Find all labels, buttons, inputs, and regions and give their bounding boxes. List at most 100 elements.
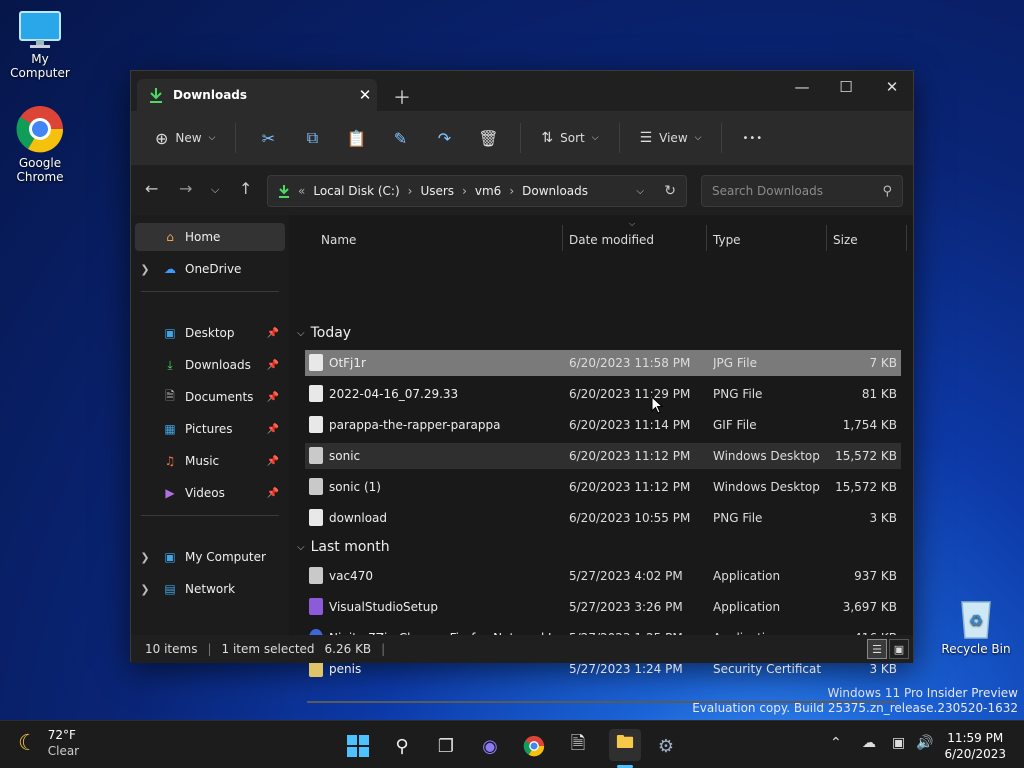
sidebar-item-my-computer[interactable]: ❯ ▣ My Computer [135, 543, 285, 571]
pin-icon[interactable]: 📌 [267, 328, 279, 339]
column-divider[interactable] [906, 225, 907, 251]
breadcrumb-local-disk[interactable]: Local Disk (C:) [313, 184, 399, 198]
rename-button[interactable]: ✎ [380, 121, 420, 155]
table-row[interactable]: VisualStudioSetup 5/27/2023 3:26 PM Appl… [305, 594, 901, 620]
chat-button[interactable]: ◉ [477, 733, 503, 759]
desktop-icon-google-chrome[interactable]: Google Chrome [0, 104, 80, 184]
file-explorer-taskbar-button[interactable]: 🖿 [609, 729, 641, 761]
up-arrow-icon[interactable]: ↑ [239, 179, 252, 198]
breadcrumb-overflow[interactable]: « [298, 184, 305, 198]
column-divider[interactable] [562, 225, 563, 251]
pin-icon[interactable]: 📌 [267, 488, 279, 499]
forward-arrow-icon[interactable]: → [179, 179, 192, 198]
view-button[interactable]: ☰ View ⌵ [632, 121, 710, 155]
table-row[interactable]: 2022-04-16_07.29.33 6/20/2023 11:29 PM P… [305, 381, 901, 407]
tab-downloads[interactable]: Downloads ✕ [137, 79, 377, 111]
sidebar-item-videos[interactable]: ▶ Videos 📌 [135, 479, 285, 507]
new-tab-button[interactable]: ＋ [393, 84, 411, 110]
sidebar-item-pictures[interactable]: ▦ Pictures 📌 [135, 415, 285, 443]
weather-widget[interactable]: ☾ 72°F Clear [18, 727, 79, 759]
chevron-right-icon[interactable]: ❯ [135, 583, 155, 596]
column-divider[interactable] [826, 225, 827, 251]
column-header-date[interactable]: Date modified [569, 233, 654, 247]
pin-icon[interactable]: 📌 [267, 360, 279, 371]
table-row[interactable]: OtFj1r 6/20/2023 11:58 PM JPG File 7 KB [305, 350, 901, 376]
back-arrow-icon[interactable]: ← [145, 179, 158, 198]
chevron-down-icon[interactable]: ⌵ [297, 328, 305, 339]
sidebar-item-desktop[interactable]: ▣ Desktop 📌 [135, 319, 285, 347]
chevron-right-icon[interactable]: ❯ [135, 263, 155, 276]
group-header-today[interactable]: ⌵ Today [297, 325, 351, 341]
sidebar-item-music[interactable]: ♫ Music 📌 [135, 447, 285, 475]
paste-button[interactable]: 📋 [336, 121, 376, 155]
copy-icon: ⧉ [306, 128, 319, 147]
column-divider[interactable] [706, 225, 707, 251]
pin-icon[interactable]: 📌 [267, 424, 279, 435]
breadcrumb-downloads[interactable]: Downloads [522, 184, 588, 198]
column-header-type[interactable]: Type [713, 233, 741, 247]
maximize-button[interactable]: ☐ [823, 71, 869, 103]
pin-icon[interactable]: 📌 [267, 456, 279, 467]
address-dropdown-icon[interactable]: ⌵ [636, 186, 644, 197]
table-row[interactable]: sonic 6/20/2023 11:12 PM Windows Desktop… [305, 443, 901, 469]
minimize-button[interactable]: — [779, 71, 825, 103]
refresh-icon[interactable]: ↻ [664, 183, 676, 199]
notepad-taskbar-button[interactable]: 🗎 [565, 733, 591, 759]
system-clock[interactable]: 11:59 PM 6/20/2023 [944, 730, 1006, 762]
sidebar-item-home[interactable]: ⌂ Home [135, 223, 285, 251]
address-bar[interactable]: « Local Disk (C:) › Users › vm6 › Downlo… [267, 175, 687, 207]
sidebar-item-label: Desktop [185, 326, 235, 340]
file-type: PNG File [713, 511, 763, 525]
close-tab-icon[interactable]: ✕ [353, 86, 377, 104]
pin-icon[interactable]: 📌 [267, 392, 279, 403]
search-input[interactable] [712, 184, 883, 198]
sidebar-item-onedrive[interactable]: ❯ ☁ OneDrive [135, 255, 285, 283]
search-button[interactable]: ⚲ [389, 733, 415, 759]
search-icon[interactable]: ⚲ [882, 184, 892, 199]
table-row[interactable]: parappa-the-rapper-parappa 6/20/2023 11:… [305, 412, 901, 438]
start-button[interactable] [345, 733, 371, 759]
copy-button[interactable]: ⧉ [292, 121, 332, 155]
group-header-last-month[interactable]: ⌵ Last month [297, 539, 390, 555]
tiles-view-button[interactable]: ▣ [889, 639, 909, 659]
column-header-size[interactable]: Size [833, 233, 858, 247]
network-off-icon[interactable]: ☁ [862, 735, 876, 751]
table-row[interactable]: vac470 5/27/2023 4:02 PM Application 937… [305, 563, 901, 589]
sort-button[interactable]: ⇅ Sort ⌵ [533, 121, 606, 155]
desktop-icon-recycle-bin[interactable]: ♻ Recycle Bin [936, 596, 1016, 656]
chrome-taskbar-button[interactable] [521, 733, 547, 759]
details-view-button[interactable]: ☰ [867, 639, 887, 659]
delete-button[interactable]: 🗑 [468, 121, 508, 155]
file-size: 937 KB [854, 569, 897, 583]
search-box[interactable]: ⚲ [701, 175, 903, 207]
breadcrumb-users[interactable]: Users [420, 184, 454, 198]
more-options-button[interactable]: ••• [734, 121, 771, 155]
navigation-row: ← → ⌵ ↑ « Local Disk (C:) › Users › vm6 … [131, 165, 913, 215]
breadcrumb-chevron-icon[interactable]: › [462, 184, 467, 198]
show-hidden-icons-chevron-icon[interactable]: ⌃ [830, 735, 842, 751]
sidebar-item-downloads[interactable]: ⤓ Downloads 📌 [135, 351, 285, 379]
column-header-name[interactable]: Name [321, 233, 356, 247]
sidebar-item-documents[interactable]: 🗎 Documents 📌 [135, 383, 285, 411]
new-button[interactable]: ⊕ New ⌵ [147, 121, 223, 155]
desktop-icon-my-computer[interactable]: My Computer [0, 10, 80, 80]
file-name: penis [329, 662, 362, 676]
breadcrumb-chevron-icon[interactable]: › [408, 184, 413, 198]
chevron-down-icon[interactable]: ⌵ [297, 542, 305, 553]
display-icon[interactable]: ▣ [892, 735, 905, 751]
sidebar-item-network[interactable]: ❯ ▤ Network [135, 575, 285, 603]
settings-taskbar-button[interactable]: ⚙ [653, 733, 679, 759]
share-button[interactable]: ↷ [424, 121, 464, 155]
table-row[interactable]: download 6/20/2023 10:55 PM PNG File 3 K… [305, 505, 901, 531]
horizontal-scrollbar[interactable] [307, 701, 897, 703]
close-window-button[interactable]: ✕ [869, 71, 915, 103]
cut-button[interactable]: ✂ [248, 121, 288, 155]
breadcrumb-vm6[interactable]: vm6 [475, 184, 501, 198]
breadcrumb-chevron-icon[interactable]: › [509, 184, 514, 198]
table-row[interactable]: sonic (1) 6/20/2023 11:12 PM Windows Des… [305, 474, 901, 500]
recent-locations-chevron-icon[interactable]: ⌵ [211, 183, 219, 197]
volume-icon[interactable]: 🔊 [916, 735, 933, 751]
chevron-right-icon[interactable]: ❯ [135, 551, 155, 564]
file-date: 5/27/2023 3:26 PM [569, 600, 683, 614]
task-view-button[interactable]: ❐ [433, 733, 459, 759]
